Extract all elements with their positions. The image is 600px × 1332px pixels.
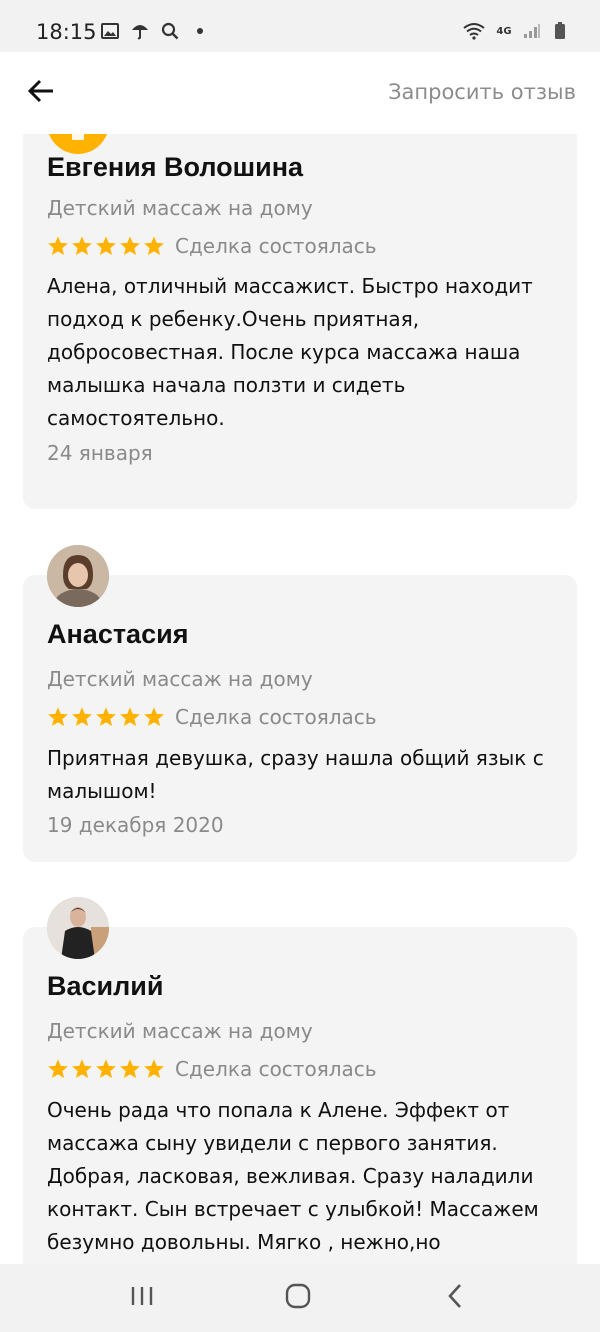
home-button[interactable] [278, 1278, 318, 1318]
back-icon [447, 1283, 463, 1313]
review-text: Очень рада что попала к Алене. Эффект от… [47, 1098, 539, 1254]
star-icon [120, 1059, 140, 1078]
rating-row: Сделка состоялась [47, 234, 377, 258]
review-text: Приятная девушка, сразу нашла общий язык… [47, 746, 544, 803]
star-icon [96, 1059, 116, 1078]
battery-icon [550, 22, 570, 40]
star-icon [120, 236, 140, 255]
status-icons-left [100, 22, 210, 40]
service-name: Детский массаж на дому [47, 196, 313, 220]
image-icon [100, 22, 120, 40]
rating-row: Сделка состоялась [47, 705, 377, 729]
avatar[interactable] [47, 897, 109, 959]
signal-icon [522, 22, 542, 40]
request-review-button[interactable]: Запросить отзыв [388, 80, 576, 104]
star-icon [144, 236, 164, 255]
reviewer-name: Василий [47, 971, 164, 1001]
arrow-left-icon [27, 79, 55, 107]
star-icon [96, 236, 116, 255]
home-icon [285, 1283, 311, 1313]
review-card: Евгения Волошина Детский массаж на дому … [23, 134, 577, 509]
service-name: Детский массаж на дому [47, 667, 313, 691]
star-rating [47, 235, 165, 257]
status-bar: 18:15 4G [0, 0, 600, 52]
reviewer-name: Евгения Волошина [47, 152, 304, 182]
star-icon [96, 707, 116, 726]
reviewer-name: Анастасия [47, 619, 189, 649]
deal-status: Сделка состоялась [175, 234, 377, 258]
system-back-button[interactable] [435, 1278, 475, 1318]
app-bar: Запросить отзыв [0, 52, 600, 134]
review-date: 24 января [47, 441, 153, 465]
star-icon [72, 707, 92, 726]
star-icon [48, 1059, 68, 1078]
review-text: Алена, отличный массажист. Быстро находи… [47, 274, 533, 430]
star-icon [144, 707, 164, 726]
review-date: 19 декабря 2020 [47, 813, 224, 837]
reviews-list[interactable]: Евгения Волошина Детский массаж на дому … [0, 134, 600, 1264]
4g-icon: 4G [496, 25, 512, 37]
system-nav-bar [0, 1264, 600, 1332]
star-icon [144, 1059, 164, 1078]
service-name: Детский массаж на дому [47, 1019, 313, 1043]
star-rating [47, 1058, 165, 1080]
search-icon [160, 22, 180, 40]
status-icons-right: 4G [462, 22, 570, 40]
wifi-icon [462, 22, 486, 40]
deal-status: Сделка состоялась [175, 1057, 377, 1081]
avatar[interactable] [47, 545, 109, 607]
deal-status: Сделка состоялась [175, 705, 377, 729]
status-time: 18:15 [36, 20, 97, 44]
umbrella-icon [130, 22, 150, 40]
star-icon [48, 707, 68, 726]
star-icon [72, 1059, 92, 1078]
recent-apps-icon [130, 1285, 154, 1311]
back-button[interactable] [22, 74, 60, 112]
star-icon [120, 707, 140, 726]
star-rating [47, 706, 165, 728]
star-icon [48, 236, 68, 255]
star-icon [72, 236, 92, 255]
recent-apps-button[interactable] [122, 1278, 162, 1318]
review-card: Василий Детский массаж на дому Сделка со… [23, 927, 577, 1264]
review-card: Анастасия Детский массаж на дому Сделка … [23, 575, 577, 862]
rating-row: Сделка состоялась [47, 1057, 377, 1081]
dot-icon [190, 22, 210, 40]
